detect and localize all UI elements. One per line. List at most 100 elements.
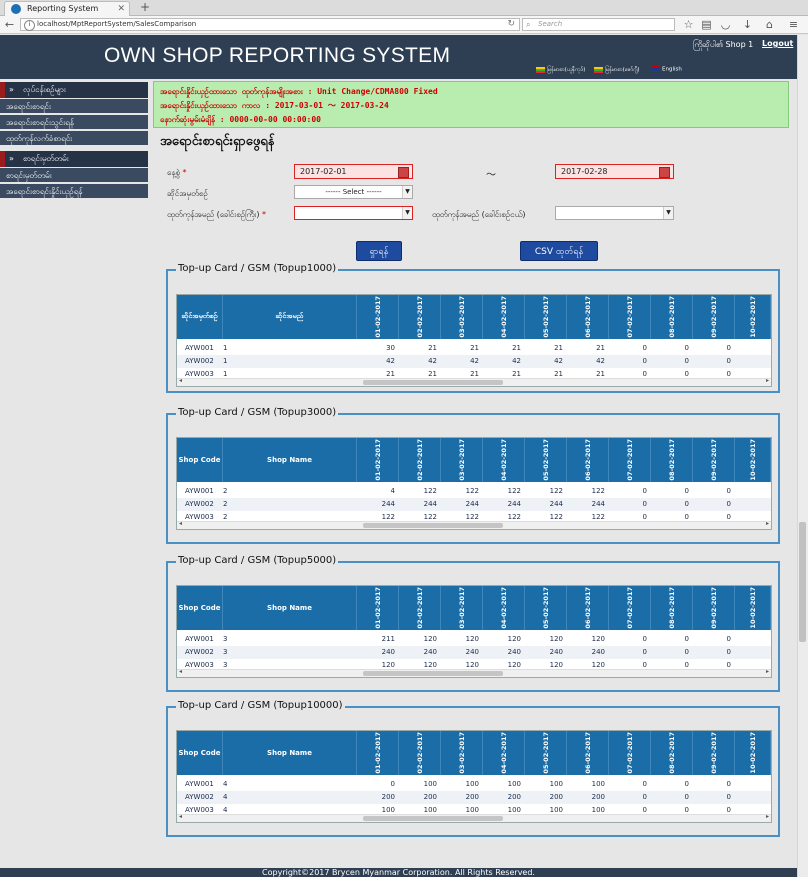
scrollbar-thumb[interactable] [363,523,503,528]
shop-code-select[interactable]: ------ Select ------ ▼ [294,185,413,199]
col-header-date[interactable]: 03-02-2017 [441,295,483,339]
product-type-select[interactable]: ▼ [294,206,413,220]
scroll-left-icon[interactable]: ◂ [179,813,182,820]
col-header-date[interactable]: 08-02-2017 [651,586,693,630]
home-icon[interactable]: ⌂ [762,17,777,32]
col-header-date[interactable]: 05-02-2017 [525,731,567,775]
scroll-left-icon[interactable]: ◂ [179,520,182,527]
bookmark-star-icon[interactable]: ☆ [681,17,696,32]
table-row[interactable]: AYW001 4 0 100 100 100 100 100 0 0 0 [177,778,771,791]
scroll-right-icon[interactable]: ▸ [766,377,769,384]
col-header-date[interactable]: 09-02-2017 [693,438,735,482]
sidebar-item-sales-entry[interactable]: အရောင်းစာရင်းသွင်းရန် [0,115,148,130]
col-header-date[interactable]: 07-02-2017 [609,295,651,339]
col-header-date[interactable]: 02-02-2017 [399,438,441,482]
scroll-right-icon[interactable]: ▸ [766,813,769,820]
scrollbar-thumb[interactable] [363,671,503,676]
calendar-icon[interactable] [659,167,670,178]
product-sub-select[interactable]: ▼ [555,206,674,220]
col-header-date[interactable]: 04-02-2017 [483,295,525,339]
col-header-date[interactable]: 04-02-2017 [483,731,525,775]
scroll-left-icon[interactable]: ◂ [179,668,182,675]
col-header-shop-name[interactable]: Shop Name [223,586,357,630]
col-header-date[interactable]: 10-02-2017 [735,731,771,775]
col-header-date[interactable]: 09-02-2017 [693,586,735,630]
grid-horizontal-scrollbar[interactable]: ◂ ▸ [177,520,771,529]
grid-horizontal-scrollbar[interactable]: ◂ ▸ [177,813,771,822]
col-header-date[interactable]: 01-02-2017 [357,731,399,775]
col-header-shop-name[interactable]: ဆိုင်အမည် [223,295,357,339]
scroll-right-icon[interactable]: ▸ [766,520,769,527]
grid-horizontal-scrollbar[interactable]: ◂ ▸ [177,377,771,386]
col-header-date[interactable]: 01-02-2017 [357,295,399,339]
col-header-date[interactable]: 09-02-2017 [693,731,735,775]
col-header-date[interactable]: 06-02-2017 [567,731,609,775]
csv-export-button[interactable]: CSV ထုတ်ရန် [520,241,598,261]
date-from-input[interactable]: 2017-02-01 [294,164,413,179]
scroll-left-icon[interactable]: ◂ [179,377,182,384]
grid-horizontal-scrollbar[interactable]: ◂ ▸ [177,668,771,677]
new-tab-icon[interactable]: + [138,1,152,15]
address-bar[interactable]: i localhost/MptReportSystem/SalesCompari… [20,18,520,31]
table-row[interactable]: AYW002 2 244 244 244 244 244 244 0 0 0 [177,498,771,511]
table-row[interactable]: AYW002 1 42 42 42 42 42 42 0 0 0 [177,355,771,368]
col-header-date[interactable]: 07-02-2017 [609,731,651,775]
scroll-right-icon[interactable]: ▸ [766,668,769,675]
sidebar-group-records[interactable]: » စာရင်းမှတ်တမ်း [0,151,148,167]
scrollbar-thumb[interactable] [363,380,503,385]
col-header-date[interactable]: 10-02-2017 [735,438,771,482]
date-to-input[interactable]: 2017-02-28 [555,164,674,179]
search-button[interactable]: ရှာရန် [356,241,402,261]
col-header-date[interactable]: 01-02-2017 [357,586,399,630]
col-header-date[interactable]: 07-02-2017 [609,586,651,630]
col-header-date[interactable]: 06-02-2017 [567,295,609,339]
clipboard-icon[interactable]: ▤ [699,17,714,32]
table-row[interactable]: AYW002 3 240 240 240 240 240 240 0 0 0 [177,646,771,659]
col-header-date[interactable]: 01-02-2017 [357,438,399,482]
sidebar-item-sales-list[interactable]: အရောင်းစာရင်း [0,99,148,114]
sidebar-group-operations[interactable]: » လုပ်ငန်းစဉ်များ [0,82,148,98]
reload-icon[interactable]: ↻ [507,19,515,30]
table-row[interactable]: AYW002 4 200 200 200 200 200 200 0 0 0 [177,791,771,804]
col-header-shop-code[interactable]: Shop Code [177,731,223,775]
close-tab-icon[interactable]: ✕ [117,2,125,16]
col-header-date[interactable]: 08-02-2017 [651,731,693,775]
sidebar-item-records[interactable]: စာရင်းမှတ်တမ်း [0,168,148,183]
col-header-date[interactable]: 08-02-2017 [651,295,693,339]
col-header-date[interactable]: 06-02-2017 [567,586,609,630]
back-icon[interactable]: ← [2,17,17,32]
col-header-date[interactable]: 07-02-2017 [609,438,651,482]
scrollbar-thumb[interactable] [363,816,503,821]
col-header-shop-code[interactable]: Shop Code [177,438,223,482]
browser-search-input[interactable]: ⌕ Search [522,18,675,31]
col-header-date[interactable]: 02-02-2017 [399,295,441,339]
pocket-icon[interactable]: ◡ [718,17,733,32]
col-header-date[interactable]: 05-02-2017 [525,438,567,482]
col-header-date[interactable]: 06-02-2017 [567,438,609,482]
lang-unicode-link[interactable]: မြန်မာစာ(ယူနီကုဒ်) [536,66,585,74]
col-header-date[interactable]: 04-02-2017 [483,438,525,482]
col-header-date[interactable]: 04-02-2017 [483,586,525,630]
col-header-date[interactable]: 10-02-2017 [735,295,771,339]
col-header-date[interactable]: 08-02-2017 [651,438,693,482]
col-header-date[interactable]: 10-02-2017 [735,586,771,630]
col-header-date[interactable]: 02-02-2017 [399,586,441,630]
col-header-date[interactable]: 02-02-2017 [399,731,441,775]
table-row[interactable]: AYW001 3 211 120 120 120 120 120 0 0 0 [177,633,771,646]
col-header-date[interactable]: 03-02-2017 [441,438,483,482]
logout-link[interactable]: Logout [762,39,793,48]
sidebar-item-receipt-list[interactable]: ထုတ်ကုန်လက်ခံစာရင်း [0,131,148,146]
download-icon[interactable]: ↓ [740,17,755,32]
page-scrollbar[interactable] [797,35,808,877]
lang-english-link[interactable]: English [651,66,682,73]
browser-tab[interactable]: Reporting System ✕ [4,1,130,16]
sidebar-item-sales-comparison[interactable]: အရောင်းစာရင်းနှိုင်းယှဉ်ရန် [0,184,148,199]
lang-zawgyi-link[interactable]: မြန်မာစာ(ဇော်ဂျီ) [594,66,640,74]
col-header-date[interactable]: 09-02-2017 [693,295,735,339]
menu-icon[interactable]: ≡ [786,17,801,32]
col-header-shop-name[interactable]: Shop Name [223,438,357,482]
page-scrollbar-thumb[interactable] [799,522,806,642]
col-header-shop-name[interactable]: Shop Name [223,731,357,775]
calendar-icon[interactable] [398,167,409,178]
col-header-date[interactable]: 05-02-2017 [525,586,567,630]
